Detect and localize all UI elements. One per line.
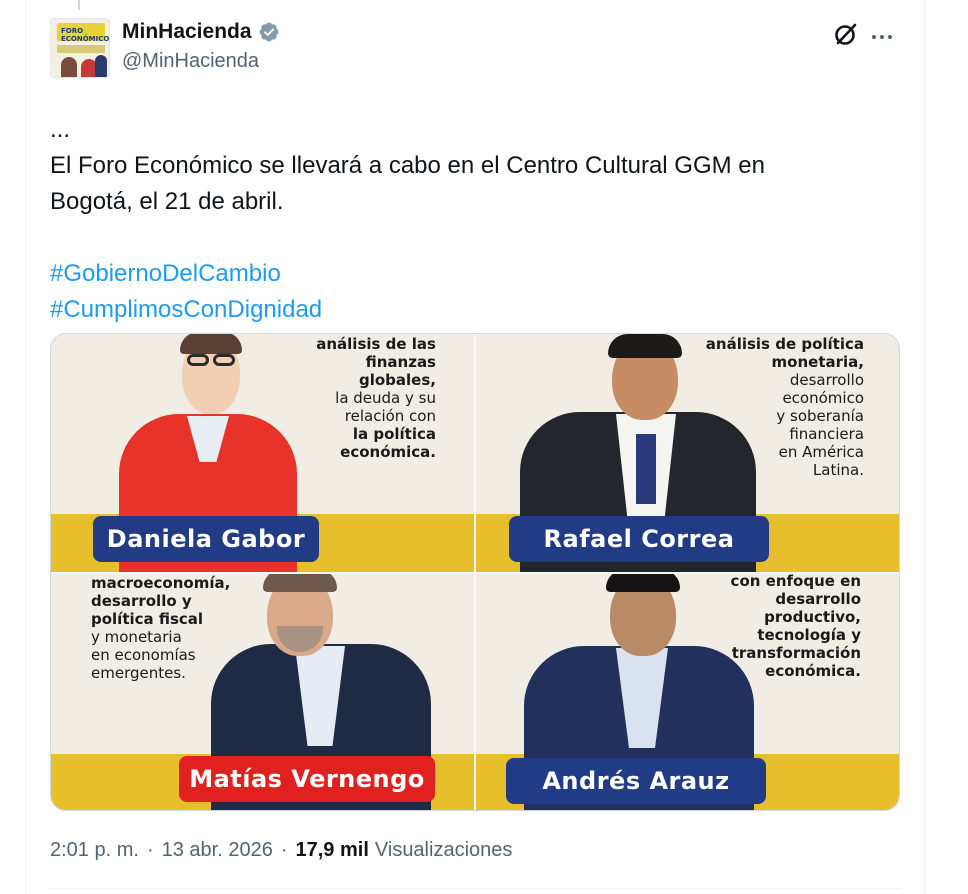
card-border-right [924,0,925,894]
speaker-panel: macroeconomía, desarrollo y política fis… [51,574,474,810]
tweet-line-ellipsis: ... [50,116,71,143]
tweet-date[interactable]: 13 abr. 2026 [162,839,273,862]
meta-separator: · [280,839,288,861]
speaker-description: macroeconomía, desarrollo y política fis… [91,574,231,682]
handle[interactable]: @MinHacienda [122,50,259,73]
thread-line [78,0,80,10]
views-count[interactable]: 17,9 mil [296,839,369,862]
grok-icon[interactable] [832,20,860,48]
card-border-left [25,0,26,894]
speaker-description: con enfoque en desarrollo productivo, te… [730,574,861,680]
views-label[interactable]: Visualizaciones [375,839,513,862]
media-image-grid[interactable]: análisis de las finanzas globales, la de… [50,333,900,811]
tweet-time[interactable]: 2:01 p. m. [50,839,139,862]
more-options-icon[interactable] [872,26,898,40]
speaker-panel: análisis de las finanzas globales, la de… [51,334,474,572]
hashtag-link[interactable]: #GobiernoDelCambio [50,256,910,292]
verified-badge-icon [259,22,278,42]
tweet-text: ... El Foro Económico se llevará a cabo … [50,112,910,328]
speaker-panel: análisis de política monetaria, desarrol… [476,334,899,572]
avatar-logo-text: FORO ECONÓMICO [61,27,110,43]
tweet-line: El Foro Económico se llevará a cabo en e… [50,152,765,179]
speaker-name-tag: Andrés Arauz [506,758,766,804]
tweet-meta: 2:01 p. m. · 13 abr. 2026 · 17,9 mil Vis… [50,839,512,862]
speaker-name-tag: Matías Vernengo [179,756,435,802]
display-name[interactable]: MinHacienda [122,20,252,44]
author-name-row[interactable]: MinHacienda [122,18,280,46]
divider [50,888,900,889]
avatar[interactable]: FORO ECONÓMICO [50,18,110,78]
speaker-name-tag: Daniela Gabor [93,516,319,562]
speaker-panel: con enfoque en desarrollo productivo, te… [476,574,899,810]
meta-separator: · [146,839,154,861]
speaker-name-tag: Rafael Correa [509,516,769,562]
speaker-description: análisis de las finanzas globales, la de… [316,335,436,461]
speaker-description: análisis de política monetaria, desarrol… [705,335,864,479]
tweet-line: Bogotá, el 21 de abril. [50,188,284,215]
hashtag-link[interactable]: #CumplimosConDignidad [50,292,910,328]
